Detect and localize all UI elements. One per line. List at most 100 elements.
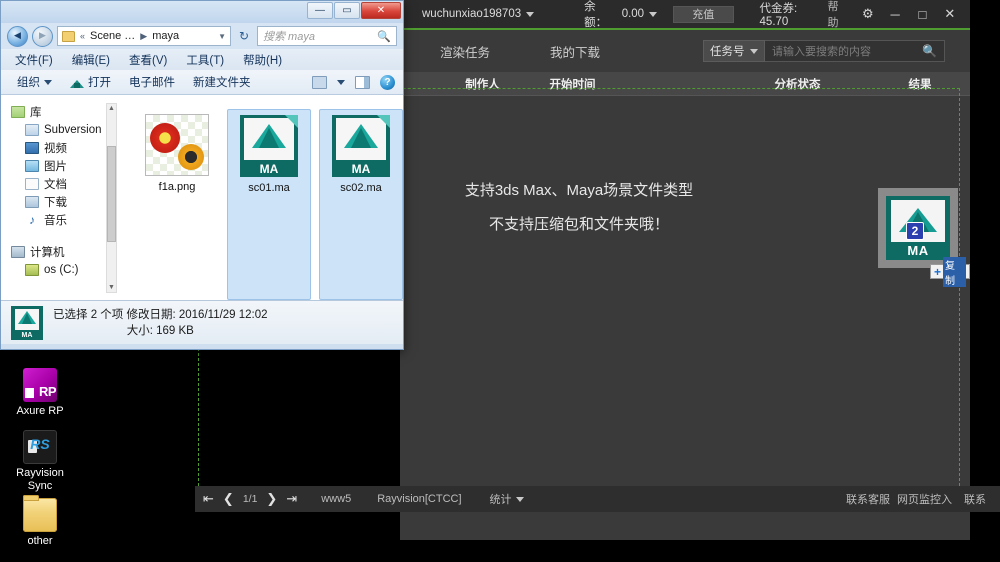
preview-pane-icon[interactable] [355, 75, 370, 89]
explorer-file-list[interactable]: f1a.png MA sc01.ma MA sc02.ma [119, 95, 403, 300]
first-page-icon[interactable]: ⇤ [203, 491, 214, 507]
tree-item-videos[interactable]: 视频 [11, 139, 119, 157]
help-icon[interactable]: ? [380, 74, 395, 90]
balance-menu[interactable]: 余额： 0.00 [584, 0, 658, 30]
tab-my-downloads[interactable]: 我的下载 [550, 42, 600, 61]
menu-edit[interactable]: 编辑(E) [72, 52, 110, 68]
gear-icon[interactable]: ⚙ [860, 6, 876, 22]
desktop-icon-label-line2: Sync [27, 480, 53, 492]
new-folder-button[interactable]: 新建文件夹 [193, 74, 251, 90]
explorer-toolbar: 组织 打开 电子邮件 新建文件夹 ? [1, 70, 403, 95]
footer-links: 联系客服 网页监控入 [846, 491, 960, 507]
tree-item-computer[interactable]: 计算机 [11, 243, 119, 261]
menu-view[interactable]: 查看(V) [129, 52, 167, 68]
tree-item-label: 音乐 [44, 215, 67, 227]
refresh-icon[interactable]: ↻ [235, 29, 253, 43]
prev-page-icon[interactable]: ❮ [223, 491, 234, 507]
search-placeholder: 请输入要搜索的内容 [772, 46, 871, 58]
chevron-down-icon [44, 79, 52, 85]
scroll-up-icon[interactable]: ▲ [107, 105, 116, 112]
subversion-icon [25, 124, 39, 136]
minimize-icon[interactable]: ─ [887, 7, 903, 22]
close-icon[interactable]: ✕ [942, 6, 958, 22]
menu-help[interactable]: 帮助(H) [243, 52, 282, 68]
scroll-down-icon[interactable]: ▼ [107, 284, 116, 291]
explorer-menu-bar: 文件(F) 编辑(E) 查看(V) 工具(T) 帮助(H) [1, 49, 403, 70]
voucher-label: 代金券: [759, 3, 798, 15]
chevron-down-icon [649, 11, 658, 17]
tree-item-label: 计算机 [30, 247, 65, 259]
tree-item-downloads[interactable]: 下载 [11, 193, 119, 211]
open-button[interactable]: 打开 [70, 74, 111, 90]
status-file-icon: MA [11, 305, 43, 340]
page-indicator: 1/1 [242, 493, 258, 505]
toolbar-right-controls: ? [312, 74, 395, 90]
forward-button[interactable] [32, 25, 53, 47]
search-input[interactable]: 请输入要搜索的内容 🔍 [765, 40, 945, 62]
explorer-search-input[interactable]: 搜索 maya 🔍 [257, 26, 397, 46]
search-filter-select[interactable]: 任务号 [703, 40, 765, 62]
menu-tools[interactable]: 工具(T) [186, 52, 224, 68]
breadcrumb-separator-icon: ▶ [140, 30, 148, 41]
desktop-icon-axure-rp[interactable]: Axure RP [0, 368, 80, 418]
file-item-sc01-ma[interactable]: MA sc01.ma [227, 109, 311, 300]
email-button[interactable]: 电子邮件 [129, 74, 175, 90]
tree-item-pictures[interactable]: 图片 [11, 157, 119, 175]
explorer-maximize-button[interactable]: ▭ [334, 2, 360, 19]
organize-menu[interactable]: 组织 [17, 74, 52, 90]
flower-yellow-icon [178, 144, 204, 170]
chevron-down-icon[interactable] [337, 79, 345, 85]
breadcrumb-overflow[interactable]: « [80, 31, 85, 41]
tree-item-label: 下载 [44, 197, 67, 209]
explorer-close-button[interactable]: ✕ [361, 2, 401, 19]
axure-rp-icon [23, 368, 57, 402]
explorer-search-placeholder: 搜索 maya [263, 31, 315, 43]
tree-item-subversion[interactable]: Subversion [11, 121, 119, 139]
account-menu[interactable]: wuchunxiao198703 [422, 8, 535, 20]
breadcrumb-scene[interactable]: Scene … [90, 30, 135, 42]
menu-file[interactable]: 文件(F) [15, 52, 53, 68]
account-username: wuchunxiao198703 [422, 8, 522, 20]
desktop-icon-other-folder[interactable]: other [0, 495, 80, 548]
copy-tooltip-label: 复制 [943, 256, 966, 287]
stats-menu[interactable]: 统计 [490, 491, 524, 507]
contact-support-link[interactable]: 联系客服 [846, 491, 890, 507]
balance-value: 0.00 [621, 8, 645, 20]
file-item-f1a-png[interactable]: f1a.png [135, 109, 219, 300]
balance-label: 余额： [584, 1, 608, 29]
footer-right-truncated[interactable]: 联系 [960, 486, 1000, 512]
web-monitor-link[interactable]: 网页监控入 [897, 491, 952, 507]
explorer-minimize-button[interactable]: — [307, 2, 333, 19]
last-page-icon[interactable]: ⇥ [286, 491, 297, 507]
tree-item-library[interactable]: 库 [11, 103, 119, 121]
breadcrumb-maya[interactable]: maya [152, 30, 179, 42]
search-icon[interactable]: 🔍 [922, 44, 937, 58]
render-farm-app-window: wuchunxiao198703 余额： 0.00 充值 代金券: 45.70 … [195, 0, 1000, 540]
app-navigation-bar: 渲染任务 我的下载 任务号 请输入要搜索的内容 🔍 [400, 30, 970, 72]
desktop-icon-rayvision-sync[interactable]: Rayvision Sync [0, 430, 80, 493]
address-input[interactable]: « Scene … ▶ maya ▼ [57, 26, 231, 46]
back-button[interactable] [7, 25, 28, 47]
chevron-down-icon[interactable]: ▼ [218, 32, 226, 41]
tree-item-os-drive[interactable]: os (C:) [11, 261, 119, 279]
maximize-icon[interactable]: □ [914, 7, 930, 22]
line-label[interactable]: Rayvision[CTCC] [377, 493, 461, 505]
status-line2: 大小: 169 KB [126, 324, 194, 337]
tree-item-documents[interactable]: 文档 [11, 175, 119, 193]
next-page-icon[interactable]: ❯ [266, 491, 277, 507]
maya-file-icon: MA [240, 115, 298, 177]
navigation-pane-scrollbar[interactable]: ▲ ▼ [106, 103, 117, 293]
documents-icon [25, 178, 39, 190]
node-label[interactable]: www5 [321, 493, 351, 505]
help-link[interactable]: 帮助 [827, 0, 848, 30]
scrollbar-thumb[interactable] [107, 146, 116, 242]
change-view-icon[interactable] [312, 75, 327, 89]
explorer-titlebar: — ▭ ✕ [1, 1, 403, 23]
file-item-sc02-ma[interactable]: MA sc02.ma [319, 109, 403, 300]
harddisk-icon [25, 264, 39, 276]
app-titlebar: wuchunxiao198703 余额： 0.00 充值 代金券: 45.70 … [400, 0, 970, 30]
recharge-button[interactable]: 充值 [673, 5, 734, 23]
tree-item-music[interactable]: ♪ 音乐 [11, 211, 119, 229]
tab-render-tasks[interactable]: 渲染任务 [440, 42, 490, 61]
chevron-down-icon [750, 48, 758, 54]
